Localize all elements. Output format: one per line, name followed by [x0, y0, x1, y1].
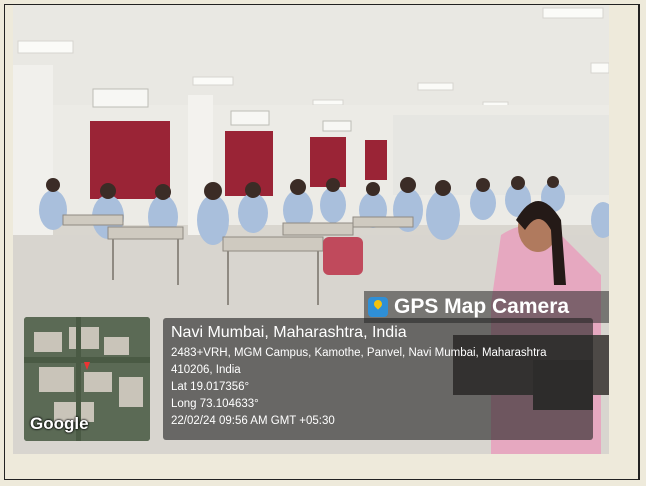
- map-thumbnail: Google: [24, 317, 150, 441]
- latitude: Lat 19.017356°: [171, 381, 250, 393]
- longitude: Long 73.104633°: [171, 398, 259, 410]
- timestamp: 22/02/24 09:56 AM GMT +05:30: [171, 415, 335, 427]
- location-title: Navi Mumbai, Maharashtra, India: [171, 324, 407, 341]
- address-line-2: 410206, India: [171, 364, 241, 376]
- google-map-label: Google: [30, 414, 89, 433]
- address-line-1: 2483+VRH, MGM Campus, Kamothe, Panvel, N…: [171, 347, 547, 359]
- gps-map-camera-icon: [368, 297, 388, 317]
- location-info-box: Navi Mumbai, Maharashtra, India 2483+VRH…: [163, 318, 593, 440]
- gps-camera-app-name: GPS Map Camera: [394, 295, 570, 318]
